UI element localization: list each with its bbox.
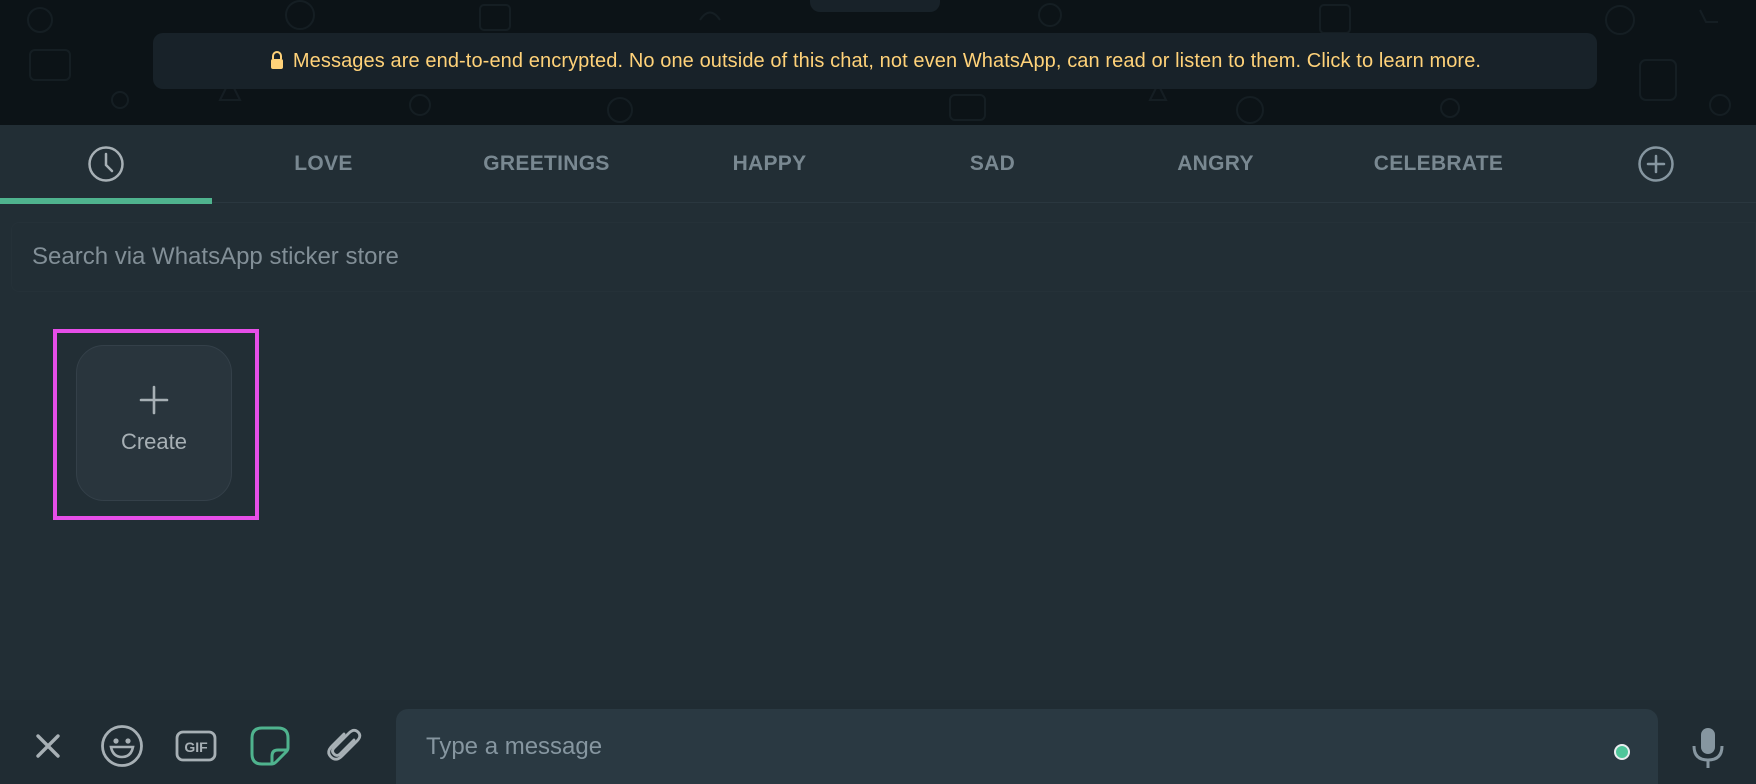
sticker-search — [11, 222, 1756, 292]
close-panel-button[interactable] — [28, 726, 68, 766]
tab-celebrate[interactable]: CELEBRATE — [1327, 125, 1550, 203]
sticker-icon — [250, 726, 290, 766]
input-status-dot — [1614, 744, 1630, 760]
tab-love[interactable]: LOVE — [212, 125, 435, 203]
close-icon — [36, 734, 60, 758]
tab-greetings[interactable]: GREETINGS — [435, 125, 658, 203]
lock-icon — [270, 51, 283, 69]
svg-text:GIF: GIF — [184, 739, 208, 755]
microphone-icon — [1692, 728, 1724, 768]
voice-message-button[interactable] — [1686, 722, 1730, 774]
message-input-container — [396, 709, 1658, 784]
create-label: Create — [120, 429, 188, 454]
encryption-banner[interactable]: Messages are end-to-end encrypted. No on… — [153, 33, 1597, 89]
sticker-search-input[interactable] — [32, 243, 1755, 271]
create-sticker-button[interactable]: Create — [76, 345, 232, 501]
clock-icon — [88, 146, 124, 182]
tab-happy[interactable]: HAPPY — [658, 125, 881, 203]
tab-sad[interactable]: SAD — [881, 125, 1104, 203]
sticker-category-tabs: LOVE GREETINGS HAPPY SAD ANGRY CELEBRATE — [0, 125, 1756, 204]
chat-background: Messages are end-to-end encrypted. No on… — [0, 0, 1756, 125]
paperclip-icon — [327, 728, 362, 761]
gif-icon: GIF — [175, 730, 217, 762]
emoji-button[interactable] — [98, 722, 146, 770]
sticker-button[interactable] — [248, 724, 292, 768]
tab-angry[interactable]: ANGRY — [1104, 125, 1327, 203]
plus-circle-icon — [1638, 146, 1674, 182]
add-sticker-pack-button[interactable] — [1556, 125, 1756, 203]
date-pill — [810, 0, 940, 12]
tab-recent[interactable] — [0, 125, 212, 204]
active-tab-indicator — [0, 198, 212, 204]
attach-button[interactable] — [320, 722, 368, 770]
plus-icon — [139, 385, 169, 415]
message-input[interactable] — [426, 732, 1526, 761]
emoji-icon — [101, 725, 143, 767]
gif-button[interactable]: GIF — [174, 726, 218, 766]
encryption-text: Messages are end-to-end encrypted. No on… — [292, 49, 1482, 72]
